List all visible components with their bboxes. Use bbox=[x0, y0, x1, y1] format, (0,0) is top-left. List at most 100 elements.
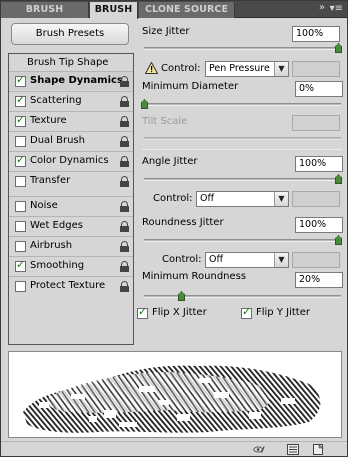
list-item-label: Scattering bbox=[30, 95, 82, 106]
angle-jitter-slider[interactable] bbox=[144, 178, 341, 181]
shape-dynamics-checkbox[interactable]: ✓ bbox=[15, 74, 26, 87]
list-item-label: Shape Dynamics bbox=[30, 75, 123, 86]
lock-icon[interactable] bbox=[120, 156, 129, 167]
tab-clone-source[interactable]: CLONE SOURCE bbox=[139, 2, 235, 18]
list-item-dual-brush[interactable]: Dual Brush bbox=[9, 131, 133, 150]
list-item-color-dynamics[interactable]: ✓ Color Dynamics bbox=[9, 151, 133, 170]
color-dynamics-checkbox[interactable]: ✓ bbox=[15, 154, 26, 167]
lock-icon[interactable] bbox=[120, 281, 129, 292]
scattering-checkbox[interactable]: ✓ bbox=[15, 94, 26, 107]
lock-icon[interactable] bbox=[120, 136, 129, 147]
size-jitter-value[interactable]: 100% bbox=[292, 26, 340, 42]
lock-icon[interactable] bbox=[120, 261, 129, 272]
brush-tip-shape-item[interactable]: Brush Tip Shape bbox=[9, 54, 133, 71]
list-item-label: Airbrush bbox=[30, 240, 73, 251]
roundness-jitter-label: Roundness Jitter bbox=[142, 217, 224, 228]
roundness-control-label: Control: bbox=[162, 254, 202, 265]
lock-icon[interactable] bbox=[120, 176, 129, 187]
minimum-diameter-slider-thumb[interactable] bbox=[141, 99, 148, 109]
size-control-select[interactable]: Pen Pressure ▼ bbox=[205, 61, 289, 77]
texture-checkbox[interactable]: ✓ bbox=[15, 114, 26, 127]
brush-presets-button[interactable]: Brush Presets bbox=[11, 23, 129, 45]
list-item-noise[interactable]: Noise bbox=[9, 196, 133, 215]
list-item-wet-edges[interactable]: Wet Edges bbox=[9, 216, 133, 235]
new-preset-icon[interactable] bbox=[313, 444, 325, 455]
tab-brush[interactable]: BRUSH bbox=[90, 2, 138, 19]
angle-jitter-label: Angle Jitter bbox=[142, 156, 198, 167]
list-item-smoothing[interactable]: ✓ Smoothing bbox=[9, 256, 133, 275]
chevron-down-icon[interactable]: ▼ bbox=[274, 192, 288, 206]
minimum-diameter-slider[interactable] bbox=[144, 103, 341, 106]
angle-control-fade-box bbox=[292, 191, 340, 207]
transfer-checkbox[interactable] bbox=[15, 176, 26, 187]
panel-bottom-bar bbox=[1, 441, 347, 456]
minimum-diameter-value[interactable]: 0% bbox=[295, 81, 343, 97]
noise-checkbox[interactable] bbox=[15, 201, 26, 212]
size-jitter-label: Size Jitter bbox=[142, 26, 190, 37]
list-item-label: Protect Texture bbox=[30, 280, 106, 291]
angle-control-select[interactable]: Off ▼ bbox=[196, 191, 289, 207]
roundness-jitter-value[interactable]: 100% bbox=[295, 217, 343, 233]
protect-texture-checkbox[interactable] bbox=[15, 281, 26, 292]
minimum-roundness-slider[interactable] bbox=[144, 295, 341, 298]
flip-x-jitter[interactable]: ✓ Flip X Jitter bbox=[137, 306, 227, 321]
smoothing-checkbox[interactable]: ✓ bbox=[15, 259, 26, 272]
double-arrow-icon[interactable]: » bbox=[319, 2, 325, 13]
list-item-label: Wet Edges bbox=[30, 220, 83, 231]
list-item-airbrush[interactable]: Airbrush bbox=[9, 236, 133, 255]
lock-icon[interactable] bbox=[120, 241, 129, 252]
flip-y-label: Flip Y Jitter bbox=[256, 307, 310, 318]
angle-jitter-slider-thumb[interactable] bbox=[335, 174, 342, 184]
size-control-value: Pen Pressure bbox=[209, 63, 270, 74]
tab-brush-presets[interactable]: BRUSH PRESETS bbox=[1, 2, 89, 30]
stroke-preview-image bbox=[23, 365, 321, 433]
warning-icon bbox=[145, 62, 158, 74]
panel-grid-icon[interactable] bbox=[287, 444, 299, 455]
list-item-scattering[interactable]: ✓ Scattering bbox=[9, 91, 133, 110]
tab-strip: BRUSH PRESETS BRUSH CLONE SOURCE » ▾≡ bbox=[1, 1, 347, 30]
flip-y-checkbox[interactable]: ✓ bbox=[241, 306, 252, 319]
tilt-scale-slider bbox=[144, 137, 341, 140]
flip-y-jitter[interactable]: ✓ Flip Y Jitter bbox=[241, 306, 331, 321]
list-item-label: Noise bbox=[30, 200, 58, 211]
panel-menu-icon[interactable]: ▾≡ bbox=[330, 3, 343, 14]
tilt-scale-label: Tilt Scale bbox=[142, 116, 188, 127]
roundness-control-value: Off bbox=[209, 254, 224, 265]
airbrush-checkbox[interactable] bbox=[15, 241, 26, 252]
list-item-label: Smoothing bbox=[30, 260, 85, 271]
angle-control-value: Off bbox=[200, 193, 215, 204]
angle-jitter-value[interactable]: 100% bbox=[295, 156, 343, 172]
flip-x-checkbox[interactable]: ✓ bbox=[137, 306, 148, 319]
chevron-down-icon[interactable]: ▼ bbox=[274, 253, 288, 267]
roundness-jitter-slider[interactable] bbox=[144, 239, 341, 242]
lock-icon[interactable] bbox=[120, 76, 129, 87]
lock-icon[interactable] bbox=[120, 116, 129, 127]
eye-brush-icon[interactable] bbox=[253, 444, 265, 455]
divider bbox=[142, 149, 342, 150]
chevron-down-icon[interactable]: ▼ bbox=[274, 62, 288, 76]
wet-edges-checkbox[interactable] bbox=[15, 221, 26, 232]
minimum-roundness-slider-thumb[interactable] bbox=[178, 291, 185, 301]
minimum-roundness-label: Minimum Roundness bbox=[142, 271, 247, 282]
list-item-protect-texture[interactable]: Protect Texture bbox=[9, 276, 133, 295]
roundness-control-select[interactable]: Off ▼ bbox=[205, 252, 289, 268]
brush-panel: BRUSH PRESETS BRUSH CLONE SOURCE » ▾≡ Br… bbox=[0, 0, 348, 457]
flip-x-label: Flip X Jitter bbox=[152, 307, 207, 318]
list-item-label: Color Dynamics bbox=[30, 155, 109, 166]
size-control-label: Control: bbox=[161, 63, 201, 74]
roundness-jitter-slider-thumb[interactable] bbox=[335, 235, 342, 245]
list-item-texture[interactable]: ✓ Texture bbox=[9, 111, 133, 130]
size-jitter-slider[interactable] bbox=[144, 47, 341, 50]
list-item-transfer[interactable]: Transfer bbox=[9, 171, 133, 190]
minimum-diameter-label: Minimum Diameter bbox=[142, 81, 239, 92]
list-item-shape-dynamics[interactable]: ✓ Shape Dynamics bbox=[9, 71, 133, 90]
dual-brush-checkbox[interactable] bbox=[15, 136, 26, 147]
minimum-roundness-value[interactable]: 20% bbox=[295, 272, 343, 288]
list-item-label: Texture bbox=[30, 115, 67, 126]
lock-icon[interactable] bbox=[120, 221, 129, 232]
lock-icon[interactable] bbox=[120, 96, 129, 107]
lock-icon[interactable] bbox=[120, 201, 129, 212]
roundness-control-fade-box bbox=[292, 252, 340, 268]
size-jitter-slider-thumb[interactable] bbox=[335, 43, 342, 53]
angle-control-label: Control: bbox=[153, 193, 193, 204]
